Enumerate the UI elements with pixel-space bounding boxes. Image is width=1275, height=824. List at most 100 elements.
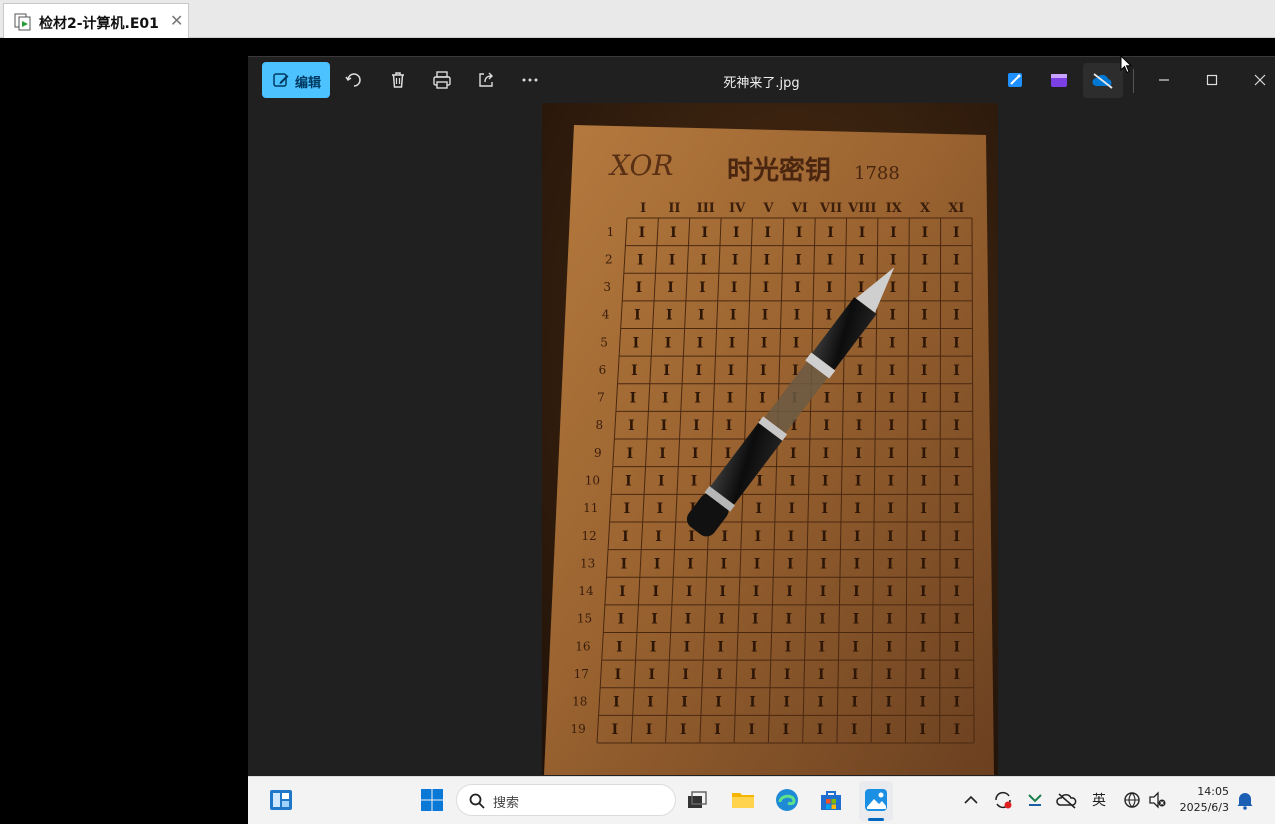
designer-app-icon[interactable] <box>1004 69 1026 91</box>
cell-mark: I <box>682 667 689 683</box>
close-icon[interactable] <box>1249 69 1271 91</box>
cell-mark: I <box>655 529 662 545</box>
row-label: 6 <box>599 363 607 377</box>
cell-mark: I <box>920 474 927 490</box>
cell-mark: I <box>759 391 766 407</box>
cell-mark: I <box>920 667 927 683</box>
cell-mark: I <box>729 335 736 351</box>
cell-mark: I <box>818 667 825 683</box>
file-explorer-icon[interactable] <box>730 787 756 813</box>
outer-tab[interactable]: 检材2-计算机.E01 ✕ <box>3 3 189 38</box>
widgets-icon[interactable] <box>268 787 294 813</box>
show-hidden-icons-icon[interactable] <box>960 787 982 813</box>
cell-mark: I <box>921 280 928 296</box>
host-background <box>2 38 248 824</box>
cell-mark: I <box>718 612 725 628</box>
onedrive-button[interactable] <box>1083 63 1123 98</box>
start-icon[interactable] <box>419 787 445 813</box>
cell-mark: I <box>789 474 796 490</box>
clipchamp-app-icon[interactable] <box>1048 69 1070 91</box>
cell-mark: I <box>853 612 860 628</box>
row-label: 5 <box>600 335 608 349</box>
cell-mark: I <box>658 474 665 490</box>
search-input[interactable]: 搜索 <box>456 784 676 816</box>
cell-mark: I <box>920 529 927 545</box>
cell-mark: I <box>920 584 927 600</box>
task-view-icon[interactable] <box>684 787 710 813</box>
cell-mark: I <box>953 391 960 407</box>
cell-mark: I <box>852 667 859 683</box>
cell-mark: I <box>953 308 960 324</box>
cell-mark: I <box>890 252 897 268</box>
cell-mark: I <box>651 612 658 628</box>
cell-mark: I <box>686 584 693 600</box>
system-clock[interactable]: 14:05 2025/6/3 <box>1173 784 1229 816</box>
maximize-icon[interactable] <box>1201 69 1223 91</box>
cell-mark: I <box>624 501 631 517</box>
cell-mark: I <box>788 501 795 517</box>
cell-mark: I <box>885 695 892 711</box>
cell-mark: I <box>796 225 803 241</box>
heading-number-text: 1788 <box>854 163 900 184</box>
onedrive-offline-icon[interactable] <box>1056 787 1078 813</box>
cell-mark: I <box>855 474 862 490</box>
outer-tab-bar: 检材2-计算机.E01 ✕ <box>0 0 1275 38</box>
cell-mark: I <box>858 252 865 268</box>
photos-app-icon[interactable] <box>863 787 889 813</box>
row-label: 3 <box>603 280 611 294</box>
cell-mark: I <box>820 556 827 572</box>
cell-mark: I <box>921 391 928 407</box>
column-label: VIII <box>847 201 876 216</box>
heading-title-text: 时光密钥 <box>727 155 831 186</box>
cell-mark: I <box>853 584 860 600</box>
evidence-file-icon <box>14 13 32 31</box>
active-app-indicator <box>868 818 884 821</box>
app-tray-icon[interactable] <box>1024 787 1046 813</box>
cell-mark: I <box>819 639 826 655</box>
cell-mark: I <box>649 667 656 683</box>
cell-mark: I <box>700 252 707 268</box>
row-label: 2 <box>605 252 613 266</box>
cell-mark: I <box>822 474 829 490</box>
cell-mark: I <box>889 363 896 379</box>
cell-mark: I <box>731 280 738 296</box>
cell-mark: I <box>662 391 669 407</box>
row-label: 9 <box>594 446 602 460</box>
cell-mark: I <box>756 501 763 517</box>
cell-mark: I <box>953 501 960 517</box>
cell-mark: I <box>921 446 928 462</box>
cell-mark: I <box>954 695 961 711</box>
cell-mark: I <box>819 612 826 628</box>
cell-mark: I <box>691 474 698 490</box>
cell-mark: I <box>889 391 896 407</box>
outer-tab-close-icon[interactable]: ✕ <box>170 11 183 30</box>
minimize-icon[interactable] <box>1153 69 1175 91</box>
search-icon <box>469 793 485 809</box>
cell-mark: I <box>714 722 721 738</box>
cell-mark: I <box>887 501 894 517</box>
cell-mark: I <box>953 280 960 296</box>
sync-status-icon[interactable] <box>992 787 1014 813</box>
cell-mark: I <box>921 252 928 268</box>
cell-mark: I <box>786 612 793 628</box>
cell-mark: I <box>890 280 897 296</box>
cell-mark: I <box>783 695 790 711</box>
row-label: 16 <box>575 639 590 653</box>
cell-mark: I <box>821 501 828 517</box>
volume-muted-icon[interactable] <box>1147 787 1169 813</box>
column-label: VII <box>819 201 842 216</box>
cell-mark: I <box>817 695 824 711</box>
cell-mark: I <box>618 612 625 628</box>
notification-bell-icon[interactable] <box>1235 787 1255 813</box>
edge-browser-icon[interactable] <box>774 787 800 813</box>
cell-mark: I <box>921 308 928 324</box>
cell-mark: I <box>616 639 623 655</box>
onedrive-icon <box>1092 73 1113 89</box>
network-icon[interactable] <box>1121 787 1143 813</box>
input-method-indicator[interactable]: 英 <box>1092 790 1106 810</box>
store-icon[interactable] <box>818 787 844 813</box>
cell-mark: I <box>953 225 960 241</box>
cell-mark: I <box>760 363 767 379</box>
cell-mark: I <box>755 529 762 545</box>
cell-mark: I <box>721 529 728 545</box>
